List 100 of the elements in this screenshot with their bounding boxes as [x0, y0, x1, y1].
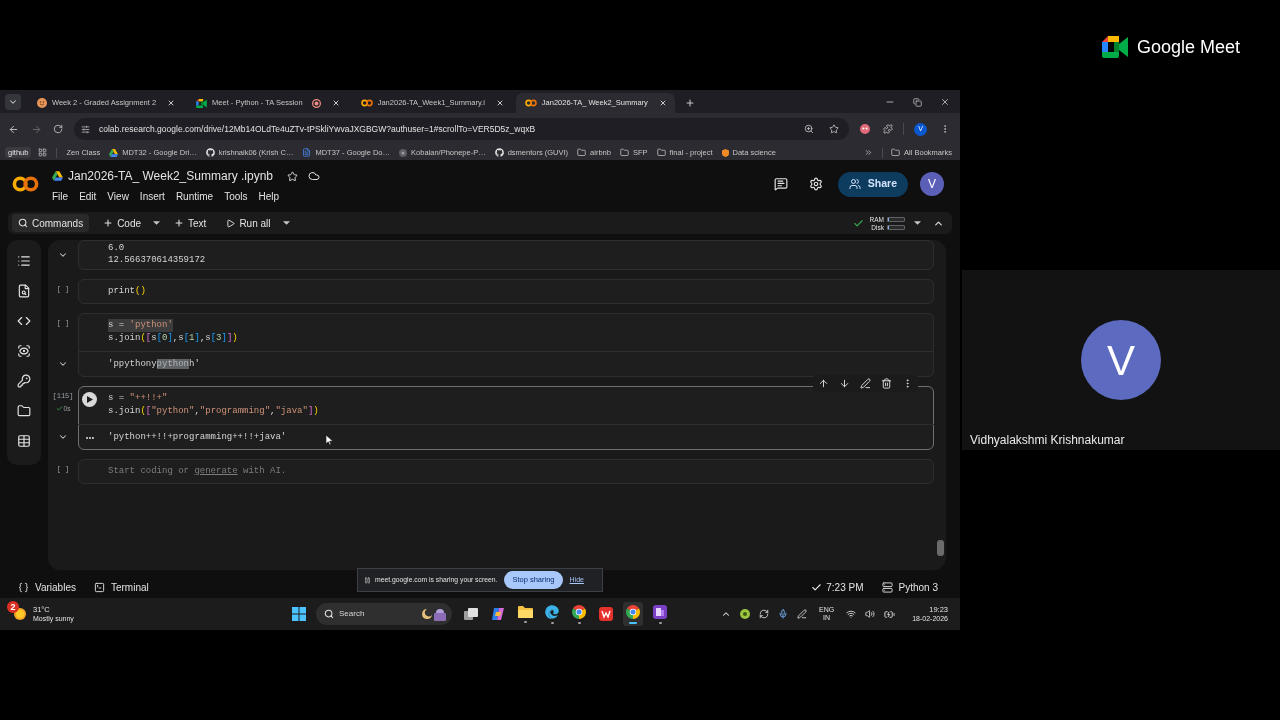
- collapse-output-icon[interactable]: [58, 250, 68, 260]
- runtime-button[interactable]: Python 3: [881, 580, 938, 595]
- edge-logo-icon: [545, 604, 559, 619]
- forward-icon[interactable]: [31, 123, 42, 135]
- battery-icon[interactable]: [884, 608, 896, 620]
- meet-logo-icon: [196, 98, 208, 108]
- weather-sun-icon[interactable]: [12, 606, 28, 622]
- cloud-icon[interactable]: [308, 170, 320, 182]
- caret-down-icon[interactable]: [153, 221, 161, 225]
- close-icon[interactable]: [331, 99, 340, 107]
- toolbar-button[interactable]: Commands: [12, 214, 90, 232]
- extensions-icon[interactable]: [883, 124, 893, 134]
- key-icon[interactable]: [17, 374, 31, 388]
- pen-icon[interactable]: [797, 609, 807, 619]
- site-icon: [399, 148, 408, 157]
- apps-grid-icon[interactable]: [38, 148, 48, 157]
- participant-avatar: V: [1081, 320, 1161, 400]
- folder-icon: [891, 148, 901, 157]
- tray-app-icon[interactable]: [740, 609, 750, 619]
- zoom-icon[interactable]: [804, 124, 814, 134]
- colab-logo-icon: [524, 99, 537, 107]
- volume-icon[interactable]: [865, 609, 876, 619]
- collapse-output-icon[interactable]: [58, 432, 68, 442]
- more-bookmarks-icon[interactable]: [864, 148, 874, 157]
- participant-name: Vidhyalakshmi Krishnakumar: [970, 432, 1126, 449]
- scrollbar-thumb[interactable]: [937, 540, 944, 556]
- move-down-icon[interactable]: [839, 378, 850, 389]
- reload-icon[interactable]: [53, 124, 63, 134]
- close-icon[interactable]: [167, 99, 176, 107]
- eye-icon[interactable]: [17, 344, 31, 358]
- microphone-icon[interactable]: [778, 609, 788, 619]
- comment-icon[interactable]: [773, 177, 788, 191]
- code-line: s.join([s[0],s[1],s[3]]): [108, 331, 238, 345]
- notebook-cell[interactable]: [78, 313, 934, 377]
- meet-logo: [1101, 36, 1128, 58]
- generate-link[interactable]: generate: [194, 465, 238, 476]
- menu-item[interactable]: Edit: [79, 189, 97, 204]
- find-icon[interactable]: [17, 284, 31, 298]
- chevron-down-icon: [8, 97, 18, 107]
- tab-search-button[interactable]: [5, 94, 21, 110]
- settings-icon[interactable]: [808, 177, 823, 191]
- menu-item[interactable]: Runtime: [175, 189, 214, 204]
- new-tab-icon[interactable]: [684, 98, 695, 108]
- address-field[interactable]: colab.research.google.com/drive/12Mb14OLdTe4uZTv-tPSkliYwvaJXGBGW?authuser=1#scrollTo=VER5D5z_wqxB: [74, 118, 849, 140]
- menu-item[interactable]: Help: [258, 189, 280, 204]
- github-icon: [494, 148, 504, 157]
- terminal-button[interactable]: Terminal: [93, 580, 149, 595]
- tray-overflow-icon[interactable]: [721, 609, 731, 619]
- placeholder-text: Start coding or generate with AI.: [108, 464, 287, 478]
- taskbar-search-field[interactable]: Search: [316, 603, 452, 625]
- site-info-icon[interactable]: [81, 124, 90, 134]
- share-button[interactable]: Share: [837, 171, 908, 197]
- caret-down-icon[interactable]: [282, 221, 290, 225]
- menu-item[interactable]: View: [107, 189, 129, 204]
- code-icon[interactable]: [17, 314, 31, 328]
- notebook-cell[interactable]: [78, 240, 934, 270]
- edit-icon[interactable]: [860, 378, 871, 389]
- delete-icon[interactable]: [881, 378, 892, 389]
- notebook-title[interactable]: Jan2026-TA_ Week2_Summary .ipynb: [68, 167, 273, 185]
- collapse-output-icon[interactable]: [58, 359, 68, 369]
- search-icon: [324, 609, 334, 619]
- menu-item[interactable]: Insert: [139, 189, 165, 204]
- server-icon: [881, 582, 893, 593]
- sync-icon[interactable]: [759, 609, 769, 619]
- table-icon[interactable]: [17, 434, 31, 448]
- folder-icon[interactable]: [17, 404, 31, 418]
- menu-item[interactable]: File: [52, 189, 69, 204]
- close-icon[interactable]: [658, 99, 667, 107]
- notebook-cell[interactable]: [78, 386, 934, 450]
- close-window-icon[interactable]: [940, 97, 950, 107]
- execution-status-button[interactable]: 7:23 PM: [811, 580, 864, 595]
- w-logo-icon: [599, 607, 613, 621]
- chrome-logo-icon: [626, 604, 640, 619]
- extension-icon[interactable]: [860, 124, 870, 134]
- windows-logo-icon[interactable]: [292, 607, 306, 621]
- shield-icon: [721, 148, 729, 157]
- toolbar-button[interactable]: Run all: [220, 214, 277, 232]
- table-of-contents-icon[interactable]: [17, 254, 31, 268]
- search-icon: [18, 218, 28, 228]
- account-avatar[interactable]: V: [920, 172, 944, 196]
- moon-scene-icon: [422, 607, 446, 621]
- wifi-icon[interactable]: [846, 609, 857, 619]
- caret-down-icon[interactable]: [914, 221, 921, 225]
- taskbar-app[interactable]: [542, 602, 562, 626]
- close-icon[interactable]: [495, 99, 504, 107]
- taskbar-app[interactable]: [569, 602, 589, 626]
- toolbar-button[interactable]: Code: [97, 214, 148, 232]
- restore-icon[interactable]: [913, 97, 922, 107]
- back-icon[interactable]: [8, 123, 19, 135]
- move-up-icon[interactable]: [818, 378, 829, 389]
- people-icon: [848, 178, 861, 190]
- menu-item[interactable]: Tools: [224, 189, 248, 204]
- bookmark-star-icon[interactable]: [829, 124, 839, 134]
- mouse-pointer-icon: [326, 435, 333, 445]
- taskbar-app[interactable]: [623, 602, 643, 626]
- toolbar-button[interactable]: Text: [168, 214, 213, 232]
- variables-button[interactable]: Variables: [18, 580, 76, 595]
- code-line: s = "++!!+": [108, 391, 168, 405]
- star-icon[interactable]: [287, 170, 298, 182]
- taskbar-app[interactable]: [650, 602, 670, 626]
